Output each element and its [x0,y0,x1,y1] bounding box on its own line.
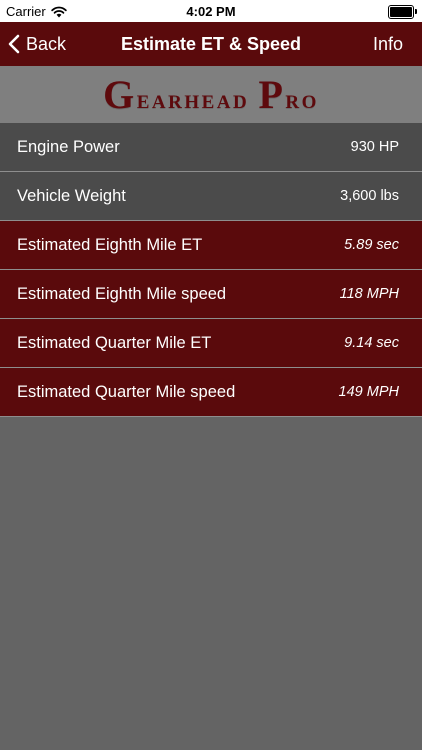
quarter-mile-et-label: Estimated Quarter Mile ET [17,333,212,352]
eighth-mile-speed-value: 118 MPH [339,286,399,302]
battery-icon [388,5,417,19]
eighth-mile-et-row: Estimated Eighth Mile ET 5.89 sec [0,221,422,270]
quarter-mile-speed-row: Estimated Quarter Mile speed 149 MPH [0,368,422,417]
quarter-mile-speed-label: Estimated Quarter Mile speed [17,382,236,401]
results-list: Engine Power 930 HP Vehicle Weight 3,600… [0,123,422,417]
vehicle-weight-value: 3,600 lbs [340,188,399,204]
back-button-label: Back [26,33,67,54]
quarter-mile-et-row: Estimated Quarter Mile ET 9.14 sec [0,319,422,368]
vehicle-weight-label: Vehicle Weight [17,186,126,205]
status-time: 4:02 PM [186,4,236,19]
eighth-mile-speed-label: Estimated Eighth Mile speed [17,284,227,303]
chevron-left-icon [8,34,20,54]
eighth-mile-et-value: 5.89 sec [344,237,399,253]
engine-power-value: 930 HP [350,139,399,155]
status-bar: Carrier 4:02 PM [0,0,422,22]
vehicle-weight-row[interactable]: Vehicle Weight 3,600 lbs [0,172,422,221]
eighth-mile-speed-row: Estimated Eighth Mile speed 118 MPH [0,270,422,319]
brand-banner: Gearhead Pro [0,66,422,123]
app-logo-text: Gearhead Pro [103,72,319,117]
info-button[interactable]: Info [373,22,403,66]
app-logo: Gearhead Pro [103,71,319,118]
engine-power-row[interactable]: Engine Power 930 HP [0,123,422,172]
eighth-mile-et-label: Estimated Eighth Mile ET [17,235,203,254]
quarter-mile-speed-value: 149 MPH [338,384,399,400]
navigation-bar: Back Estimate ET & Speed Info [0,22,422,66]
engine-power-label: Engine Power [17,137,120,156]
back-button[interactable]: Back [8,22,66,66]
quarter-mile-et-value: 9.14 sec [344,335,399,351]
